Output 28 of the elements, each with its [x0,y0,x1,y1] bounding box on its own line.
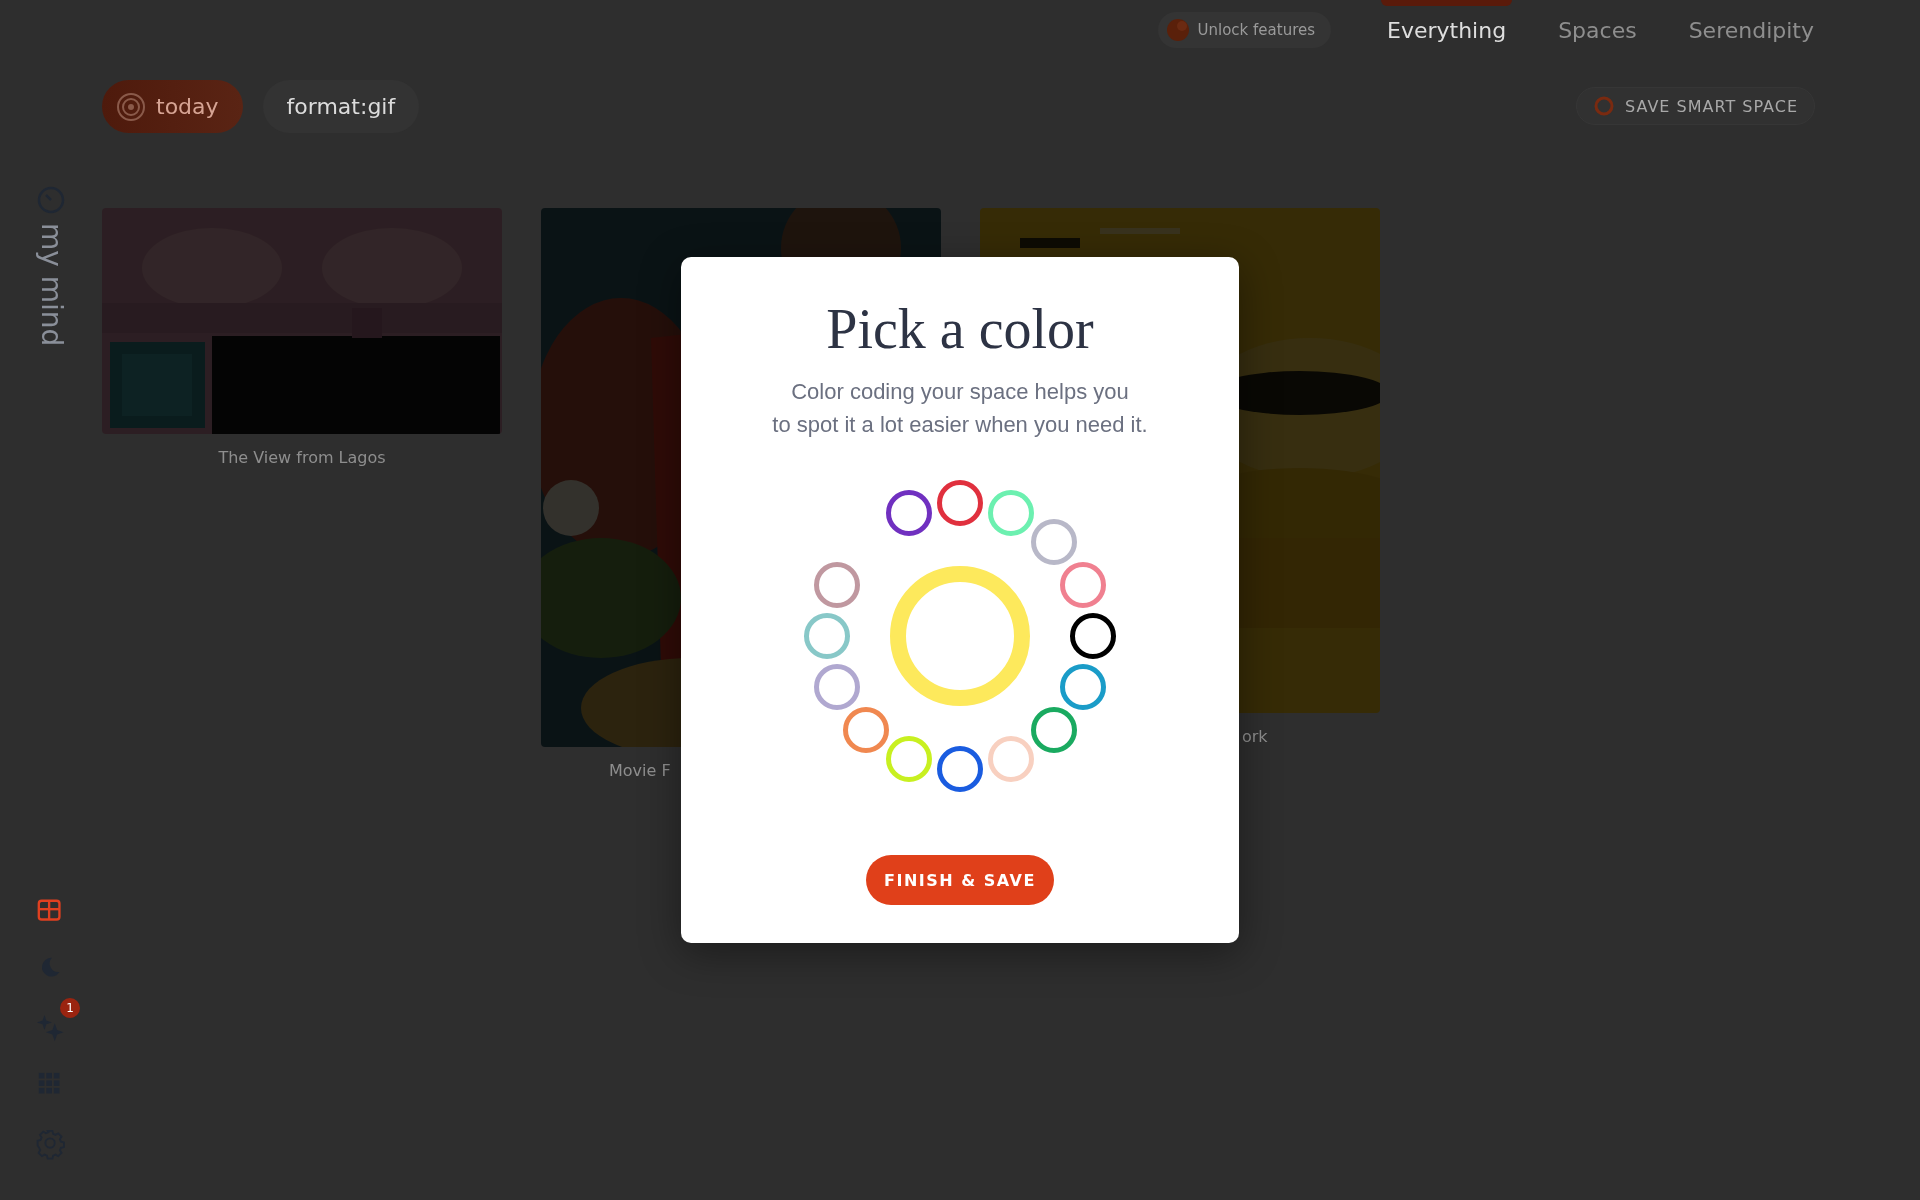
ring-icon [1593,95,1616,117]
card-caption: Movie F [608,761,672,780]
nav-tab[interactable]: Spaces [1552,0,1643,60]
nav-tab[interactable]: Serendipity [1682,0,1820,60]
blob-icon [1165,18,1190,42]
target-icon [116,91,146,122]
color-swatch[interactable] [1031,518,1078,565]
color-swatch[interactable] [814,663,861,710]
color-swatch[interactable] [842,707,889,754]
color-swatch[interactable] [1059,562,1106,609]
nav-tab[interactable]: Everything [1381,0,1513,60]
filter-chip[interactable]: format:gif [262,80,420,133]
save-smart-space-button[interactable]: SAVE SMART SPACE [1576,87,1815,125]
color-swatch[interactable] [937,480,983,526]
finish-save-button[interactable]: FINISH & SAVE [866,855,1054,905]
dialog-title: Pick a color [826,297,1094,361]
notification-badge: 1 [60,998,80,1018]
space-title[interactable]: my mind [34,223,68,347]
card-caption: The View from Lagos [217,448,387,467]
dialog-description: Color coding your space helps you to spot it a lot easier when you need it. [772,378,1148,439]
card-caption: ork [1241,727,1269,746]
color-swatch[interactable] [1031,707,1078,754]
unlock-features-button[interactable]: Unlock features [1157,12,1332,48]
color-swatch[interactable] [937,746,983,792]
color-swatch[interactable] [804,613,850,659]
color-swatch[interactable] [1070,613,1116,659]
filter-chip[interactable]: today [102,80,243,133]
color-swatch[interactable] [1059,663,1106,710]
